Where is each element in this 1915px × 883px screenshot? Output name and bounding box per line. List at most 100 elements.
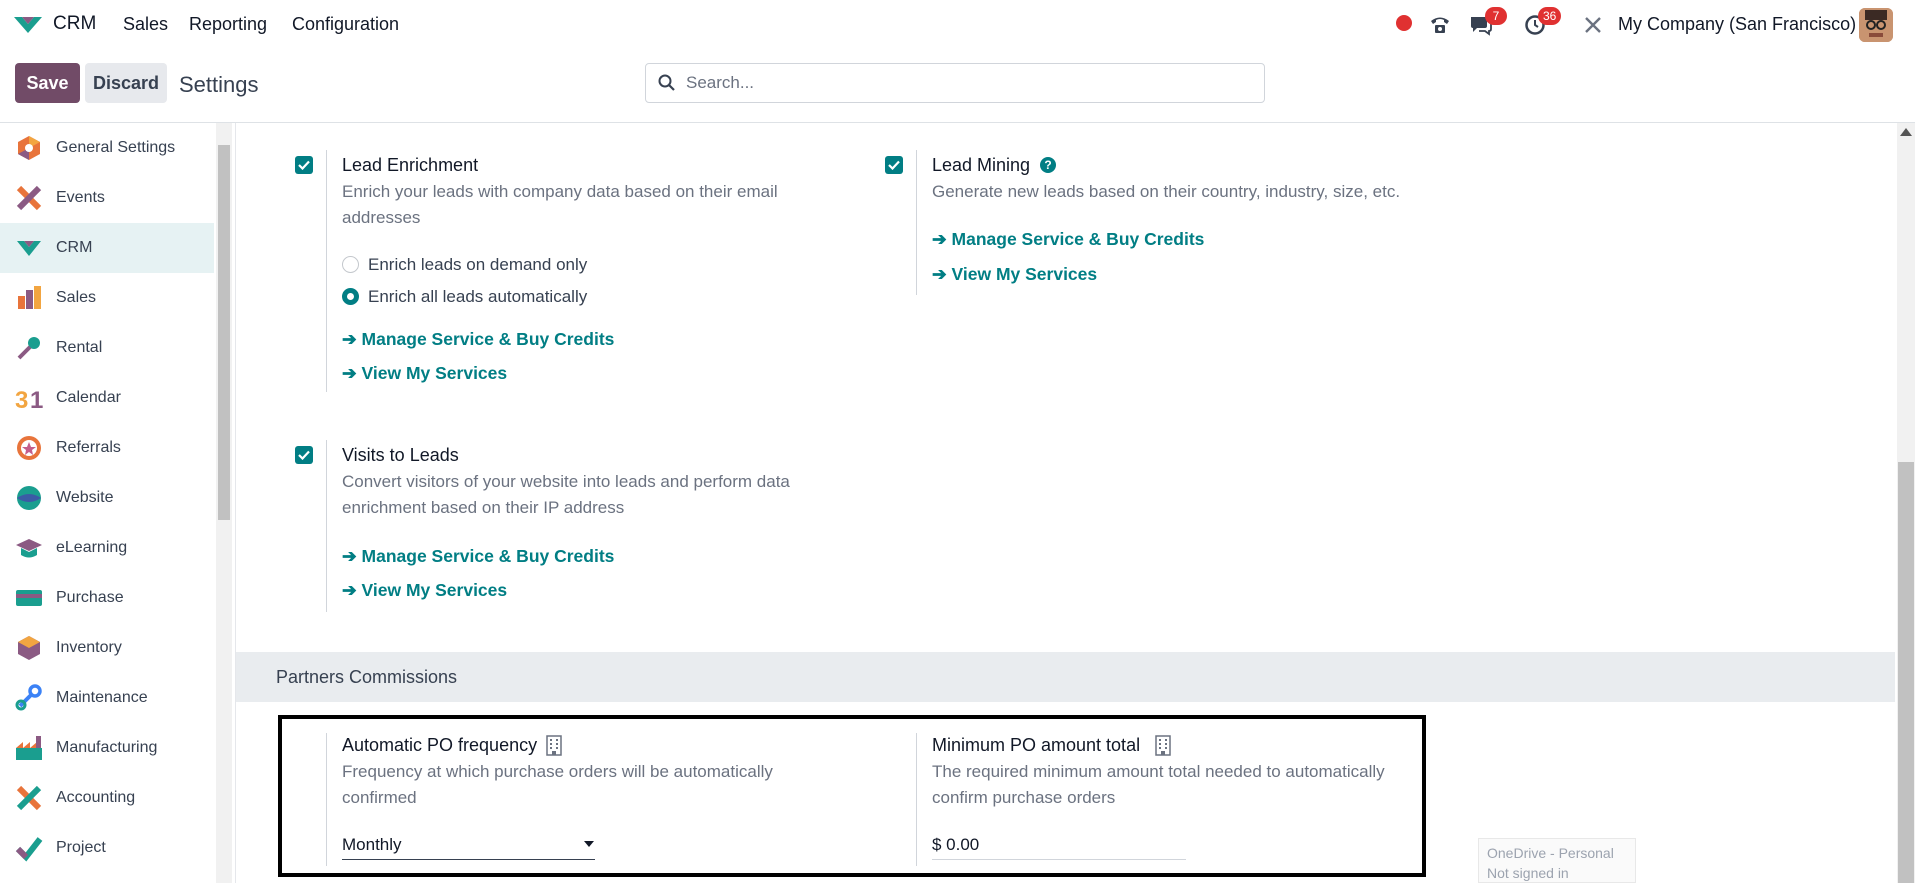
discard-button[interactable]: Discard <box>85 63 167 103</box>
sidebar-item-purchase[interactable]: Purchase <box>0 573 214 623</box>
sidebar-item-rental[interactable]: Rental <box>0 323 214 373</box>
project-icon <box>15 837 43 862</box>
visits-to-leads-desc: Convert visitors of your website into le… <box>342 472 790 491</box>
sidebar-item-general-settings[interactable]: General Settings <box>0 123 214 173</box>
phone-icon[interactable] <box>1427 12 1453 38</box>
view-services-link[interactable]: ➔ View My Services <box>342 580 507 601</box>
website-icon <box>17 486 41 510</box>
manage-service-link[interactable]: ➔ Manage Service & Buy Credits <box>342 546 614 567</box>
check-icon <box>298 450 310 460</box>
enrich-automatically-radio[interactable] <box>342 288 359 305</box>
svg-text:3: 3 <box>15 387 28 412</box>
lead-enrichment-checkbox[interactable] <box>295 156 313 174</box>
check-icon <box>298 160 310 170</box>
elearning-icon <box>16 539 42 558</box>
tools-icon[interactable] <box>1580 12 1606 38</box>
sidebar-item-elearning[interactable]: eLearning <box>0 523 214 573</box>
control-panel-divider <box>0 122 1915 123</box>
purchase-icon <box>16 590 42 606</box>
search-input[interactable] <box>686 64 1256 102</box>
sidebar-item-label: Maintenance <box>56 689 148 706</box>
sidebar-item-accounting[interactable]: Accounting <box>0 773 214 823</box>
activities-badge: 36 <box>1538 7 1562 25</box>
crm-logo-icon[interactable] <box>12 13 44 37</box>
main-scrollbar-thumb[interactable] <box>1898 462 1914 883</box>
sidebar-item-referrals[interactable]: Referrals <box>0 423 214 473</box>
recording-dot-icon[interactable] <box>1396 15 1412 31</box>
sidebar-item-events[interactable]: Events <box>0 173 214 223</box>
view-services-link[interactable]: ➔ View My Services <box>932 264 1097 285</box>
sidebar-item-crm[interactable]: CRM <box>0 223 214 273</box>
sidebar-item-label: Referrals <box>56 439 121 456</box>
sidebar-item-label: Website <box>56 489 114 506</box>
sidebar-item-label: CRM <box>56 239 93 256</box>
search-icon <box>658 74 675 91</box>
setting-divider <box>916 150 917 295</box>
enrich-automatically-label[interactable]: Enrich all leads automatically <box>368 287 587 307</box>
setting-divider <box>326 150 327 392</box>
referrals-icon <box>17 436 41 460</box>
top-navbar: CRM Sales Reporting Configuration 7 36 M… <box>0 0 1915 50</box>
sidebar-item-project[interactable]: Project <box>0 823 214 873</box>
menu-configuration[interactable]: Configuration <box>292 14 399 35</box>
onedrive-notice[interactable]: OneDrive - Personal Not signed in <box>1478 838 1636 883</box>
visits-to-leads-title: Visits to Leads <box>342 445 459 465</box>
accounting-icon <box>16 785 42 811</box>
sidebar-item-inventory[interactable]: Inventory <box>0 623 214 673</box>
sidebar-item-label: Accounting <box>56 789 136 806</box>
manage-service-link[interactable]: ➔ Manage Service & Buy Credits <box>342 329 614 350</box>
onedrive-title: OneDrive - Personal <box>1487 845 1614 861</box>
manage-service-link[interactable]: ➔ Manage Service & Buy Credits <box>932 229 1204 250</box>
sidebar-item-website[interactable]: Website <box>0 473 214 523</box>
general-settings-icon <box>18 136 40 160</box>
section-title: Partners Commissions <box>276 667 458 687</box>
sidebar-item-label: General Settings <box>56 139 176 156</box>
scroll-up-arrow-icon[interactable] <box>1900 128 1912 136</box>
sidebar-item-label: Calendar <box>56 389 121 406</box>
sidebar-item-maintenance[interactable]: Maintenance <box>0 673 214 723</box>
sidebar-item-label: Purchase <box>56 589 124 606</box>
sidebar-item-manufacturing[interactable]: Manufacturing <box>0 723 214 773</box>
sidebar-item-label: Manufacturing <box>56 739 158 756</box>
rental-icon <box>17 337 40 360</box>
menu-sales[interactable]: Sales <box>123 14 168 35</box>
setting-divider <box>326 440 327 612</box>
menu-reporting[interactable]: Reporting <box>189 14 267 35</box>
check-icon <box>888 160 900 170</box>
sidebar-item-label: Sales <box>56 289 97 306</box>
lead-mining-checkbox[interactable] <box>885 156 903 174</box>
sidebar-item-label: Project <box>56 839 106 856</box>
highlight-box <box>278 715 1426 877</box>
lead-enrichment-title: Lead Enrichment <box>342 155 479 175</box>
maintenance-icon <box>15 684 42 711</box>
events-icon <box>16 185 42 211</box>
visits-to-leads-desc-cont: enrichment based on their IP address <box>342 498 625 517</box>
settings-sidebar: General Settings Events CRM Sales Rental… <box>0 123 214 883</box>
enrich-on-demand-radio[interactable] <box>342 256 359 273</box>
lead-enrichment-desc-cont: addresses <box>342 208 421 227</box>
crm-icon <box>17 241 41 256</box>
sales-icon <box>18 286 41 309</box>
svg-text:1: 1 <box>30 387 43 412</box>
app-name[interactable]: CRM <box>53 13 96 35</box>
manufacturing-icon <box>16 736 42 760</box>
search-box[interactable] <box>645 63 1265 103</box>
sidebar-divider <box>235 123 236 883</box>
sidebar-item-calendar[interactable]: 31 Calendar <box>0 373 214 423</box>
company-switcher[interactable]: My Company (San Francisco) <box>1618 14 1856 35</box>
visits-to-leads-checkbox[interactable] <box>295 446 313 464</box>
messages-badge: 7 <box>1485 7 1507 25</box>
enrich-on-demand-label[interactable]: Enrich leads on demand only <box>368 255 587 275</box>
calendar-icon: 31 <box>15 387 43 412</box>
sidebar-scrollbar-thumb[interactable] <box>218 145 230 520</box>
sidebar-item-label: Events <box>56 189 105 206</box>
user-avatar[interactable] <box>1859 8 1893 42</box>
help-icon[interactable]: ? <box>1040 157 1056 173</box>
sidebar-item-label: Rental <box>56 339 103 356</box>
save-button[interactable]: Save <box>15 63 80 103</box>
view-services-link[interactable]: ➔ View My Services <box>342 363 507 384</box>
lead-mining-title: Lead Mining <box>932 155 1031 175</box>
lead-enrichment-desc: Enrich your leads with company data base… <box>342 182 778 201</box>
onedrive-status: Not signed in <box>1487 865 1569 881</box>
sidebar-item-sales[interactable]: Sales <box>0 273 214 323</box>
